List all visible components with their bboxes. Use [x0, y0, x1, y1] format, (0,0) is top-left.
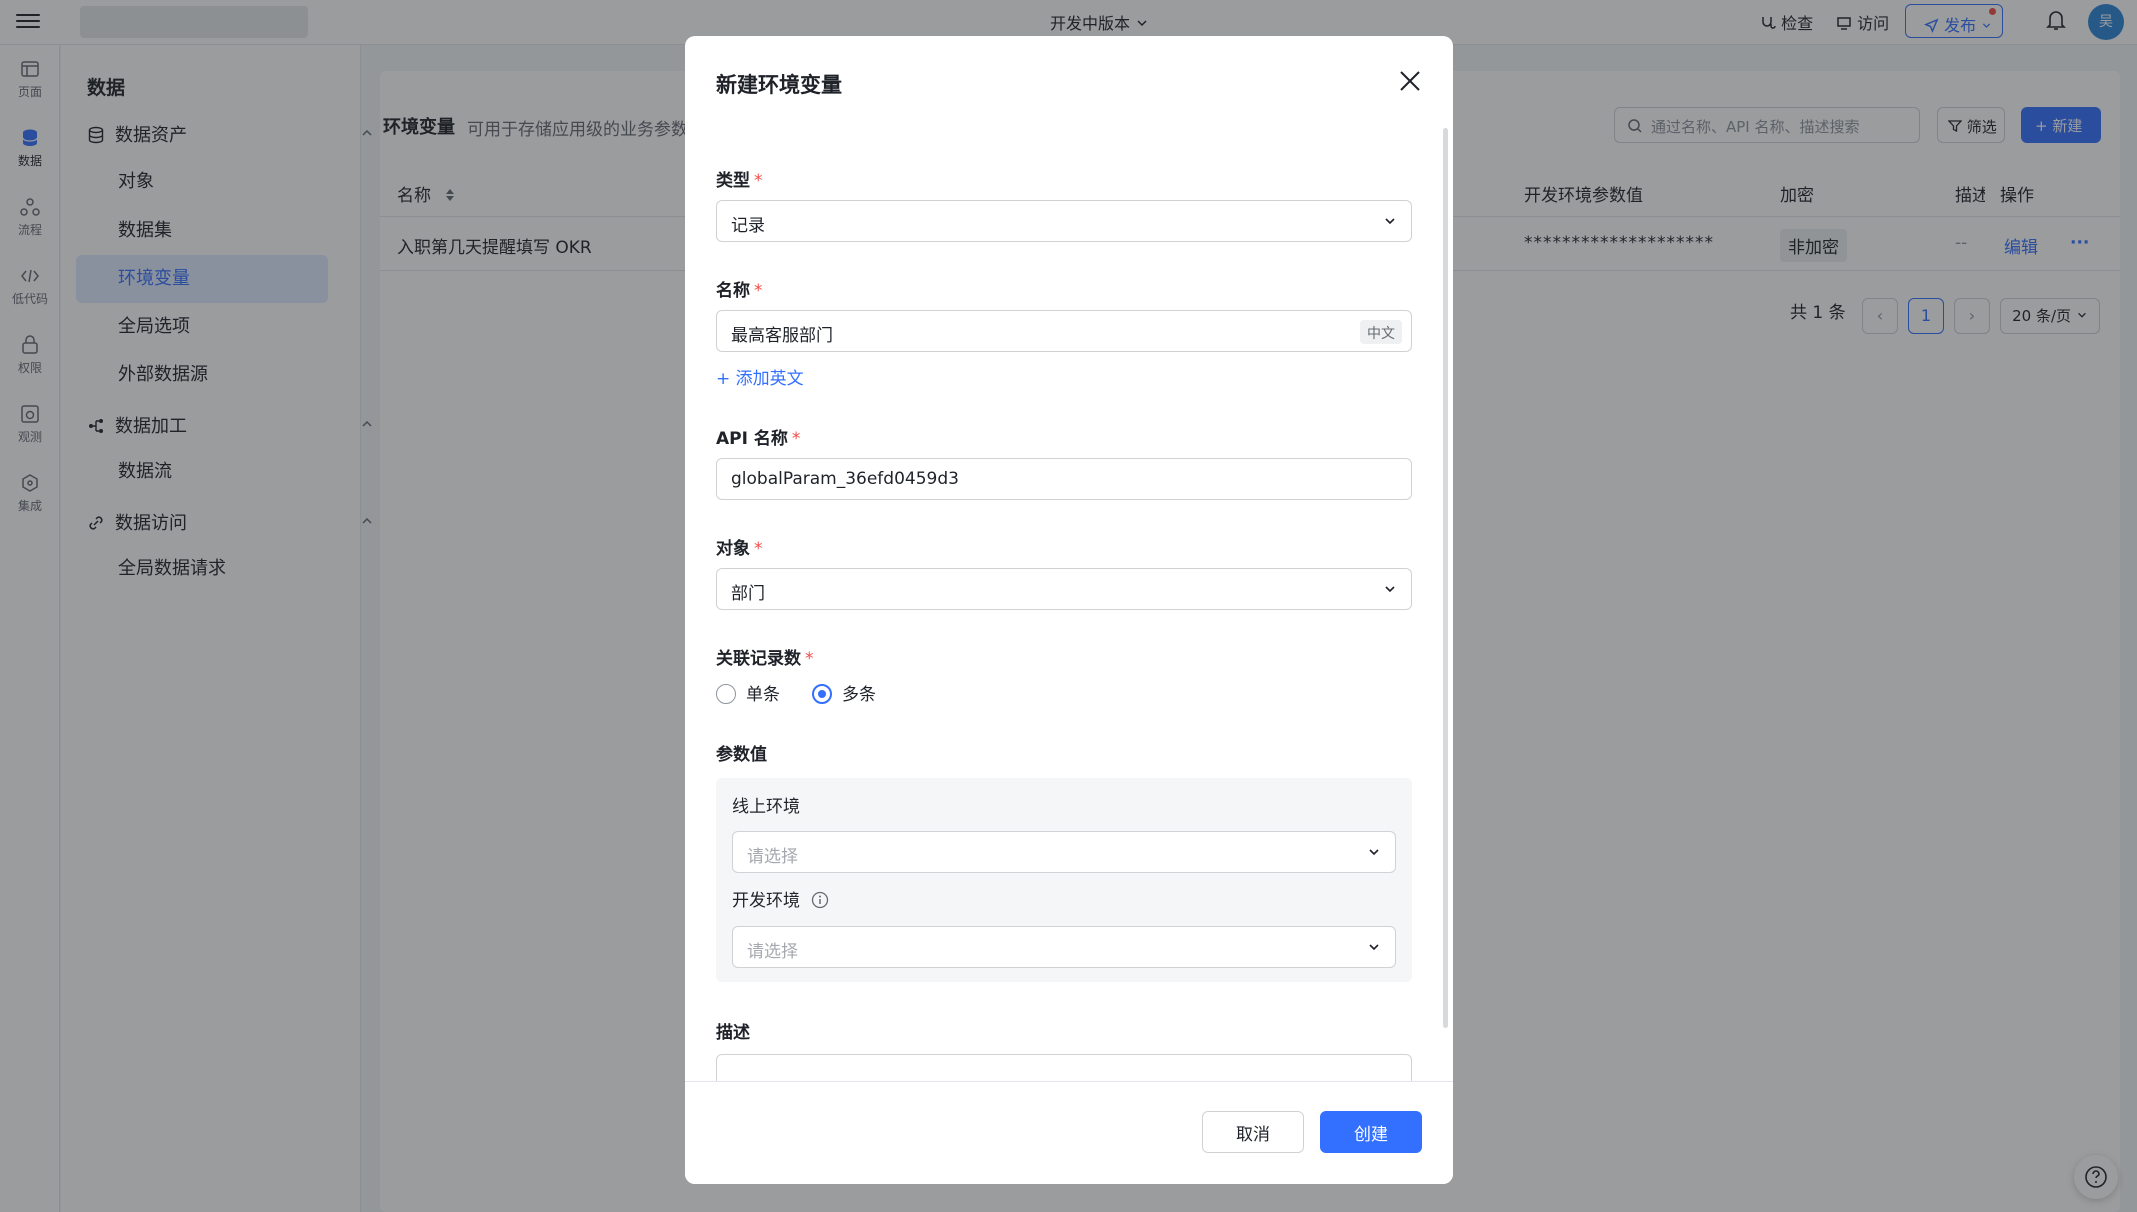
type-label: 类型 *	[716, 171, 763, 191]
chevron-down-icon	[1369, 849, 1379, 856]
radio-single[interactable]: 单条	[716, 680, 780, 705]
radio-multi-circle[interactable]	[812, 684, 832, 704]
object-select[interactable]: 部门	[716, 568, 1412, 610]
description-label: 描述	[716, 1023, 750, 1043]
dialog-title: 新建环境变量	[716, 73, 842, 97]
add-english-link[interactable]: + 添加英文	[716, 364, 804, 389]
type-label-text: 类型	[716, 171, 750, 191]
online-env-placeholder: 请选择	[747, 847, 798, 867]
api-name-field[interactable]: globalParam_36efd0459d3	[716, 458, 1412, 500]
name-label-text: 名称	[716, 281, 750, 301]
chevron-down-icon	[1385, 586, 1395, 593]
dialog-footer: 取消 创建	[685, 1081, 1453, 1184]
name-label: 名称 *	[716, 281, 763, 301]
api-name-label-text: API 名称	[716, 429, 788, 449]
record-count-label-text: 关联记录数	[716, 649, 801, 669]
object-label-text: 对象	[716, 539, 750, 559]
dialog-scrollbar[interactable]	[1443, 128, 1448, 1028]
api-name-value: globalParam_36efd0459d3	[731, 469, 959, 489]
dev-env-placeholder: 请选择	[747, 942, 798, 962]
radio-multi[interactable]: 多条	[812, 680, 876, 705]
lang-badge[interactable]: 中文	[1360, 320, 1402, 344]
online-env-select[interactable]: 请选择	[732, 831, 1396, 873]
chevron-down-icon	[1369, 944, 1379, 951]
api-name-label: API 名称 *	[716, 429, 801, 449]
radio-multi-label: 多条	[842, 685, 876, 705]
description-textarea[interactable]	[716, 1054, 1412, 1081]
cancel-button[interactable]: 取消	[1202, 1111, 1304, 1153]
info-icon[interactable]	[811, 891, 829, 909]
param-value-label: 参数值	[716, 745, 767, 765]
name-value: 最高客服部门	[731, 326, 833, 346]
type-value: 记录	[731, 216, 765, 236]
new-envvar-dialog: 新建环境变量 类型 * 记录 名称 * 最高客服部门 中文 + 添加英文 API 名…	[685, 36, 1453, 1184]
type-select[interactable]: 记录	[716, 200, 1412, 242]
dev-env-label: 开发环境	[732, 886, 829, 911]
online-env-label: 线上环境	[732, 797, 800, 817]
chevron-down-icon	[1385, 218, 1395, 225]
dev-env-label-text: 开发环境	[732, 891, 800, 911]
create-button[interactable]: 创建	[1320, 1111, 1422, 1153]
object-value: 部门	[731, 584, 765, 604]
radio-single-circle[interactable]	[716, 684, 736, 704]
param-value-box: 线上环境 请选择 开发环境 请选择	[716, 778, 1412, 982]
object-label: 对象 *	[716, 539, 763, 559]
name-field[interactable]: 最高客服部门 中文	[716, 310, 1412, 352]
dialog-body[interactable]: 类型 * 记录 名称 * 最高客服部门 中文 + 添加英文 API 名称 * glob…	[685, 116, 1453, 1081]
record-count-label: 关联记录数 *	[716, 649, 814, 669]
dev-env-select[interactable]: 请选择	[732, 926, 1396, 968]
close-icon[interactable]	[1397, 68, 1423, 94]
radio-single-label: 单条	[746, 685, 780, 705]
